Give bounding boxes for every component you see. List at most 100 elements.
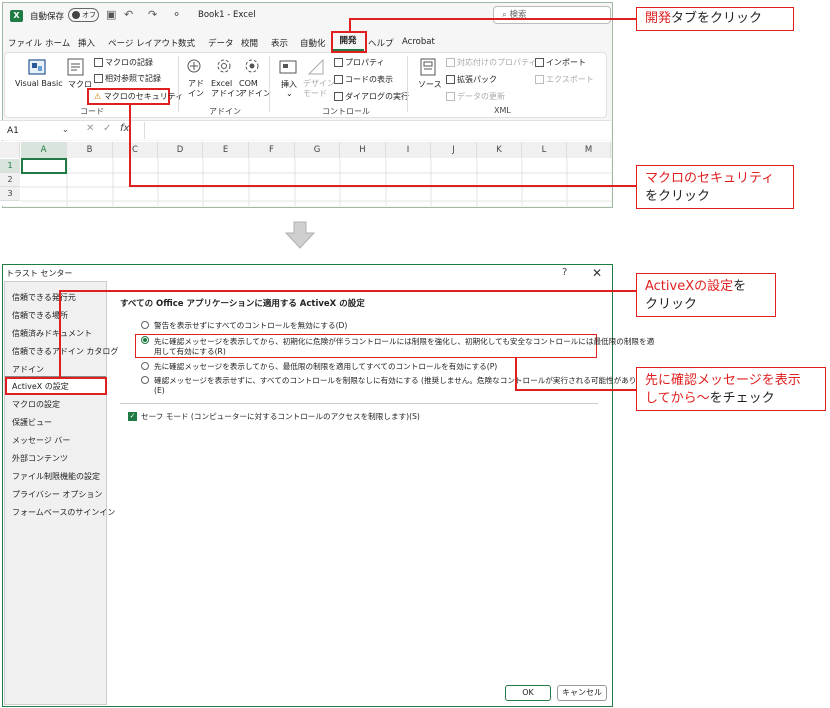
callout-line: [349, 18, 636, 20]
source-icon: [420, 58, 436, 76]
export-button[interactable]: エクスポート: [535, 74, 594, 85]
menu-file[interactable]: ファイル: [8, 37, 42, 49]
help-button[interactable]: ?: [562, 267, 567, 278]
source-button[interactable]: ソース: [418, 79, 442, 90]
record-macro-icon: [94, 58, 103, 67]
menu-insert[interactable]: 挿入: [78, 37, 95, 49]
divider: [120, 403, 598, 404]
column-header[interactable]: K: [477, 142, 522, 158]
column-header[interactable]: F: [249, 142, 295, 158]
radio-prompt-restrict[interactable]: [141, 336, 149, 344]
safe-mode-checkbox[interactable]: ✓: [128, 412, 137, 421]
name-box-dropdown-icon[interactable]: ⌄: [62, 125, 69, 134]
sidebar-item-protected-view[interactable]: 保護ビュー: [12, 417, 52, 428]
row-header[interactable]: 3: [0, 187, 20, 201]
menu-review[interactable]: 校閲: [241, 37, 258, 49]
book-title: Book1 - Excel: [198, 10, 256, 20]
column-header[interactable]: L: [522, 142, 567, 158]
callout-line: [129, 185, 636, 187]
properties-button[interactable]: プロパティ: [334, 57, 385, 68]
map-properties-button[interactable]: 対応付けのプロパティ: [446, 57, 537, 68]
sidebar-item-addins[interactable]: アドイン: [12, 364, 44, 375]
column-header[interactable]: B: [67, 142, 113, 158]
menu-formulas[interactable]: 数式: [178, 37, 195, 49]
formula-input[interactable]: [144, 122, 611, 139]
radio-enable-all[interactable]: [141, 376, 149, 384]
menu-help[interactable]: ヘルプ: [368, 37, 394, 49]
column-header[interactable]: D: [158, 142, 203, 158]
menu-page-layout[interactable]: ページ レイアウト: [108, 37, 179, 49]
option-prompt-restrict-label: 先に確認メッセージを表示してから、初期化に危険が伴うコントロールには制限を強化し…: [154, 337, 655, 346]
menu-acrobat[interactable]: Acrobat: [402, 37, 435, 47]
callout-line: [515, 357, 517, 390]
record-macro-button[interactable]: マクロの記録: [94, 57, 153, 68]
cancel-button[interactable]: キャンセル: [557, 685, 607, 701]
insert-control-icon: [279, 60, 297, 74]
undo-icon[interactable]: ↶: [124, 8, 133, 21]
confirm-entry-icon[interactable]: ✓: [103, 123, 111, 134]
addin-icon: [187, 59, 201, 73]
save-icon[interactable]: ▣: [106, 8, 116, 21]
dialog-title: トラスト センター: [6, 269, 73, 278]
sidebar-item-file-block-settings[interactable]: ファイル制限機能の設定: [12, 471, 100, 482]
callout-line: [349, 18, 351, 32]
menu-view[interactable]: 表示: [271, 37, 288, 49]
autosave-label: 自動保存: [30, 12, 65, 22]
row-header[interactable]: 2: [0, 173, 20, 187]
visual-basic-icon: [28, 59, 46, 75]
com-addin-button[interactable]: COM アドイン: [239, 79, 271, 99]
option-prompt-restrict-label-cont: 用して有効にする(R): [154, 347, 226, 356]
refresh-data-button[interactable]: データの更新: [446, 91, 505, 102]
row-header[interactable]: 1: [0, 159, 20, 173]
autosave-toggle[interactable]: オフ: [68, 8, 99, 22]
column-header[interactable]: J: [431, 142, 477, 158]
design-mode-button[interactable]: デザイン モード: [303, 79, 335, 99]
sidebar-item-trusted-addin-catalogs[interactable]: 信頼できるアドイン カタログ: [12, 346, 118, 357]
properties-icon: [334, 58, 343, 67]
sidebar-item-trusted-publishers[interactable]: 信頼できる発行元: [12, 292, 76, 303]
ribbon-separator: [178, 56, 179, 112]
column-header[interactable]: M: [567, 142, 611, 158]
run-dialog-button[interactable]: ダイアログの実行: [334, 91, 409, 102]
column-header[interactable]: G: [295, 142, 340, 158]
customize-qat-icon[interactable]: ⚬: [172, 8, 181, 21]
column-header[interactable]: I: [386, 142, 431, 158]
column-header[interactable]: A: [21, 142, 67, 158]
insert-dropdown-icon[interactable]: ⌄: [286, 89, 293, 98]
map-properties-icon: [446, 58, 455, 67]
callout-developer-tab: 開発タブをクリック: [636, 7, 794, 31]
search-input[interactable]: ⌕ 検索: [493, 6, 611, 24]
column-header[interactable]: E: [203, 142, 249, 158]
import-button[interactable]: インポート: [535, 57, 586, 68]
menu-data[interactable]: データ: [208, 37, 234, 49]
visual-basic-button[interactable]: Visual Basic: [15, 79, 63, 88]
close-button[interactable]: ✕: [592, 266, 602, 280]
redo-icon[interactable]: ↷: [148, 8, 157, 21]
group-label-addin: アドイン: [209, 107, 241, 116]
addin-button[interactable]: アド イン: [188, 79, 204, 99]
radio-disable-all[interactable]: [141, 321, 149, 329]
sidebar-item-privacy-options[interactable]: プライバシー オプション: [12, 489, 102, 500]
column-header[interactable]: C: [113, 142, 158, 158]
select-all-corner[interactable]: [0, 142, 20, 158]
expansion-packs-button[interactable]: 拡張パック: [446, 74, 497, 85]
sidebar-item-trusted-documents[interactable]: 信頼済みドキュメント: [12, 328, 92, 339]
relative-reference-button[interactable]: 相対参照で記録: [94, 73, 161, 84]
group-label-xml: XML: [494, 106, 511, 115]
menu-home[interactable]: ホーム: [45, 37, 70, 49]
view-code-button[interactable]: コードの表示: [334, 74, 393, 85]
run-dialog-icon: [334, 92, 343, 101]
sidebar-item-form-based-signin[interactable]: フォームベースのサインイン: [12, 507, 115, 518]
sidebar-item-external-content[interactable]: 外部コンテンツ: [12, 453, 68, 464]
sidebar-item-message-bar[interactable]: メッセージ バー: [12, 435, 70, 446]
callout-macro-security: マクロのセキュリティ をクリック: [636, 165, 794, 209]
macro-security-button[interactable]: ⚠ マクロのセキュリティ: [94, 91, 183, 102]
selected-cell-a1[interactable]: [21, 158, 67, 174]
callout-line: [129, 104, 131, 186]
column-header[interactable]: H: [340, 142, 386, 158]
menu-automate[interactable]: 自動化: [300, 37, 326, 49]
radio-prompt-minimal[interactable]: [141, 362, 149, 370]
cancel-entry-icon[interactable]: ✕: [86, 123, 94, 134]
ok-button[interactable]: OK: [505, 685, 551, 701]
sidebar-item-macro-settings[interactable]: マクロの設定: [12, 399, 60, 410]
